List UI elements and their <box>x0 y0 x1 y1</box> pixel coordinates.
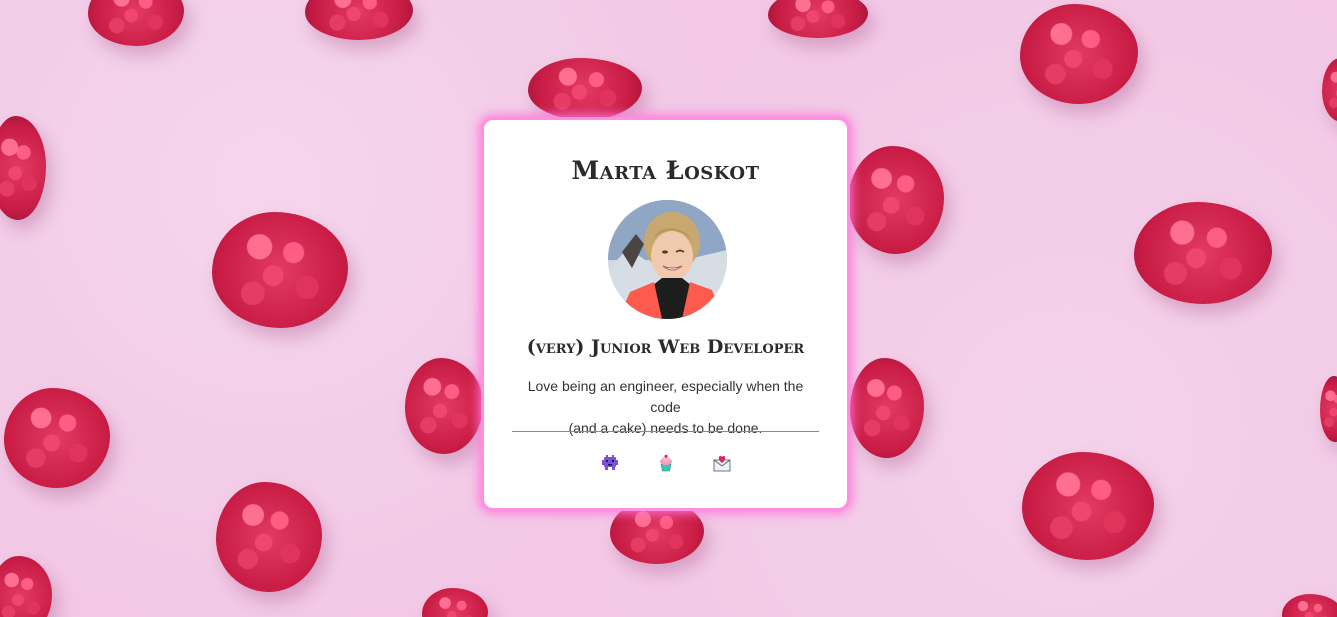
profile-role: (very) Junior Web Developer <box>526 336 805 358</box>
raspberry-decoration <box>1320 376 1337 442</box>
profile-avatar <box>608 200 727 319</box>
envelope-heart-icon[interactable] <box>713 454 731 472</box>
raspberry-decoration <box>850 358 924 458</box>
cupcake-icon[interactable] <box>657 454 675 472</box>
raspberry-decoration <box>422 588 488 617</box>
raspberry-decoration <box>1022 452 1154 560</box>
raspberry-decoration <box>0 116 46 220</box>
profile-name: Marta Łoskot <box>571 156 760 185</box>
bio-line-2: (and a cake) needs to be done. <box>568 420 763 436</box>
raspberry-decoration <box>848 146 944 254</box>
raspberry-decoration <box>528 58 642 120</box>
avatar-photo <box>608 200 727 319</box>
raspberry-decoration <box>216 482 322 592</box>
raspberry-decoration <box>1322 58 1337 122</box>
raspberry-decoration <box>305 0 413 40</box>
raspberry-decoration <box>4 388 110 488</box>
raspberry-decoration <box>88 0 184 46</box>
raspberry-decoration <box>1282 594 1337 617</box>
bio-line-1: Love being an engineer, especially when … <box>527 378 804 415</box>
raspberry-decoration <box>212 212 348 328</box>
raspberry-decoration <box>1134 202 1272 304</box>
profile-card: Marta Łoskot (very) Junior Web Developer… <box>481 117 850 511</box>
raspberry-decoration <box>405 358 483 454</box>
alien-monster-icon[interactable] <box>601 454 619 472</box>
raspberry-decoration <box>1020 4 1138 104</box>
profile-bio: Love being an engineer, especially when … <box>514 376 817 439</box>
raspberry-decoration <box>0 556 52 617</box>
social-links <box>484 454 847 472</box>
raspberry-decoration <box>768 0 868 38</box>
card-divider <box>512 431 819 432</box>
